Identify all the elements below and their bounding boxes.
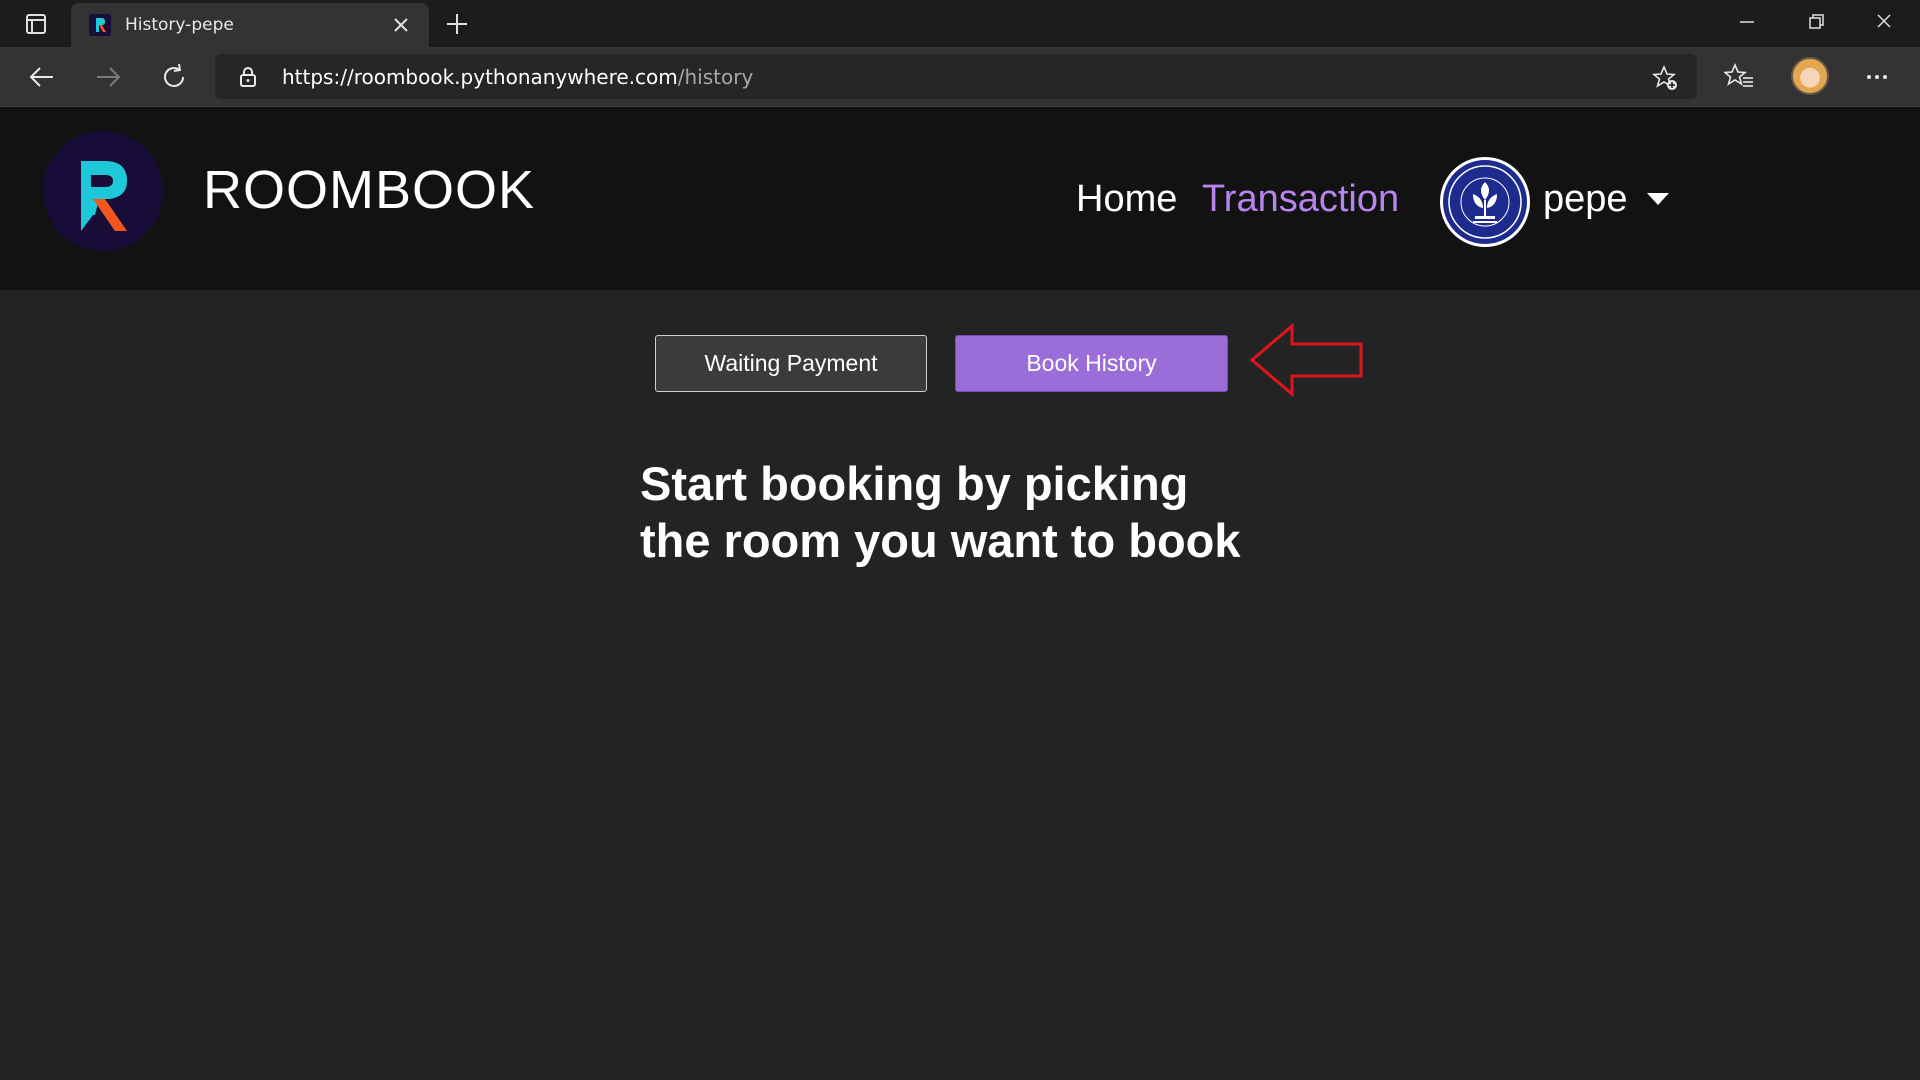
tab-actions-icon[interactable] bbox=[18, 11, 54, 37]
lock-icon[interactable] bbox=[237, 66, 259, 88]
empty-state-line-2: the room you want to book bbox=[640, 514, 1241, 567]
annotation-arrow-icon bbox=[1249, 322, 1363, 398]
nav-home-link[interactable]: Home bbox=[1076, 178, 1177, 221]
roombook-logo[interactable] bbox=[43, 131, 163, 251]
back-arrow-icon[interactable] bbox=[27, 62, 57, 92]
add-favorite-star-icon[interactable] bbox=[1652, 65, 1678, 91]
minimize-icon[interactable] bbox=[1733, 10, 1761, 34]
brand-name[interactable]: ROOMBOOK bbox=[203, 159, 535, 221]
forward-arrow-icon[interactable] bbox=[93, 62, 123, 92]
browser-tab-active[interactable]: History-pepe bbox=[71, 3, 429, 47]
browser-tabbar: History-pepe bbox=[0, 0, 1920, 47]
url-path: /history bbox=[677, 65, 754, 89]
tab-title: History-pepe bbox=[125, 15, 234, 35]
book-history-button[interactable]: Book History bbox=[955, 335, 1228, 392]
close-tab-icon[interactable] bbox=[391, 15, 411, 35]
nav-transaction-link[interactable]: Transaction bbox=[1202, 178, 1399, 221]
restore-icon[interactable] bbox=[1802, 10, 1830, 34]
url-host: https://roombook.pythonanywhere.com bbox=[282, 65, 678, 89]
user-dropdown-caret-icon[interactable] bbox=[1647, 193, 1669, 205]
site-header: ROOMBOOK Home Transaction pepe bbox=[0, 107, 1920, 290]
new-tab-plus-icon[interactable] bbox=[444, 11, 470, 37]
url-text: https://roombook.pythonanywhere.com/hist… bbox=[282, 65, 753, 89]
empty-state-line-1: Start booking by picking bbox=[640, 457, 1189, 510]
close-window-icon[interactable] bbox=[1870, 10, 1898, 34]
address-bar[interactable]: https://roombook.pythonanywhere.com/hist… bbox=[215, 54, 1697, 99]
user-avatar[interactable] bbox=[1440, 157, 1530, 247]
waiting-payment-button[interactable]: Waiting Payment bbox=[655, 335, 927, 392]
refresh-icon[interactable] bbox=[159, 62, 189, 92]
favorites-icon[interactable] bbox=[1724, 62, 1754, 92]
more-options-icon[interactable] bbox=[1862, 62, 1892, 92]
empty-state-message: Start booking by picking the room you wa… bbox=[640, 455, 1340, 569]
profile-avatar[interactable] bbox=[1791, 57, 1829, 95]
user-name[interactable]: pepe bbox=[1543, 178, 1628, 221]
browser-toolbar: https://roombook.pythonanywhere.com/hist… bbox=[0, 47, 1920, 107]
roombook-favicon-icon bbox=[89, 14, 111, 36]
